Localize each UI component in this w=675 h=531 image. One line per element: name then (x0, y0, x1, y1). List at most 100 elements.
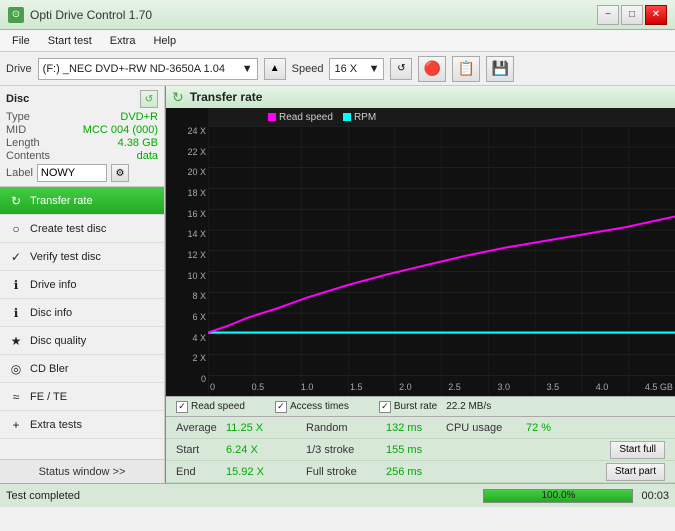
stat-cpu-value: 72 % (526, 422, 566, 434)
nav-transfer-rate[interactable]: ↻ Transfer rate (0, 187, 164, 215)
disc-mid-label: MID (6, 124, 26, 136)
disc-label-value: NOWY (41, 167, 75, 179)
x-label-15: 1.5 (350, 382, 363, 396)
disc-mid-row: MID MCC 004 (000) (6, 124, 158, 136)
window-title: Opti Drive Control 1.70 (30, 8, 152, 22)
nav-verify-test-disc[interactable]: ✓ Verify test disc (0, 243, 164, 271)
speed-select[interactable]: 16 X ▼ (329, 58, 384, 80)
legend-read-speed-dot (268, 113, 276, 121)
save-button[interactable]: 💾 (486, 56, 514, 82)
nav-create-test-disc-label: Create test disc (30, 223, 106, 235)
status-progress: 100.0% (483, 489, 633, 503)
drive-info-icon: ℹ (8, 277, 24, 293)
x-label-0: 0 (210, 382, 215, 396)
nav-extra-tests[interactable]: + Extra tests (0, 411, 164, 439)
status-window-button[interactable]: Status window >> (0, 459, 164, 483)
x-label-2: 2.0 (399, 382, 412, 396)
menu-file[interactable]: File (4, 31, 38, 51)
chart-and-controls: ↻ Transfer rate 24 X 22 X 20 X 18 X 16 X… (165, 86, 675, 483)
x-label-45: 4.5 GB (645, 382, 673, 396)
y-label-10: 10 X (168, 271, 206, 281)
legend-rpm-dot (343, 113, 351, 121)
y-label-6: 6 X (168, 312, 206, 322)
start-full-button[interactable]: Start full (610, 441, 665, 459)
x-label-35: 3.5 (547, 382, 560, 396)
create-test-disc-icon: ○ (8, 221, 24, 237)
nav-drive-info[interactable]: ℹ Drive info (0, 271, 164, 299)
speed-refresh-button[interactable]: ↺ (390, 58, 412, 80)
legend-rpm-label: RPM (354, 112, 376, 123)
disc-label-field[interactable]: NOWY (37, 164, 107, 182)
stat-random-value: 132 ms (386, 422, 446, 434)
x-label-1: 1.0 (301, 382, 314, 396)
chart-svg-container: 0 0.5 1.0 1.5 2.0 2.5 3.0 3.5 4.0 4.5 GB (208, 126, 675, 396)
stats-row-start: Start 6.24 X 1/3 stroke 155 ms Start ful… (166, 439, 675, 461)
chart-title: Transfer rate (190, 90, 263, 104)
nav-disc-quality-label: Disc quality (30, 335, 86, 347)
y-label-22: 22 X (168, 147, 206, 157)
nav-cd-bler-label: CD Bler (30, 363, 69, 375)
x-label-3: 3.0 (497, 382, 510, 396)
nav-cd-bler[interactable]: ◎ CD Bler (0, 355, 164, 383)
legend-read-speed-label: Read speed (279, 112, 333, 123)
drive-select-value: (F:) _NEC DVD+-RW ND-3650A 1.04 (43, 63, 225, 75)
stats-row-end: End 15.92 X Full stroke 256 ms Start par… (166, 461, 675, 483)
drive-eject-button[interactable]: ▲ (264, 58, 286, 80)
drive-select[interactable]: (F:) _NEC DVD+-RW ND-3650A 1.04 ▼ (38, 58, 258, 80)
nav-verify-test-disc-label: Verify test disc (30, 251, 101, 263)
stat-start-label: Start (176, 444, 226, 456)
chart-legend: Read speed RPM (208, 108, 675, 126)
speed-select-value: 16 X (334, 63, 357, 75)
nav-disc-quality[interactable]: ★ Disc quality (0, 327, 164, 355)
disc-refresh-button[interactable]: ↺ (140, 90, 158, 108)
chart-area: 24 X 22 X 20 X 18 X 16 X 14 X 12 X 10 X … (166, 108, 675, 396)
y-label-20: 20 X (168, 167, 206, 177)
verify-test-disc-icon: ✓ (8, 249, 24, 265)
check-read-speed[interactable]: ✓ Read speed (176, 401, 245, 413)
menu-extra[interactable]: Extra (102, 31, 144, 51)
y-label-24: 24 X (168, 126, 206, 136)
extra-tests-icon: + (8, 417, 24, 433)
y-axis: 24 X 22 X 20 X 18 X 16 X 14 X 12 X 10 X … (166, 108, 208, 396)
x-label-25: 2.5 (448, 382, 461, 396)
nav-fe-te[interactable]: ≈ FE / TE (0, 383, 164, 411)
speed-label: Speed (292, 63, 324, 75)
close-button[interactable]: ✕ (645, 5, 667, 25)
check-burst-rate[interactable]: ✓ Burst rate 22.2 MB/s (379, 401, 491, 413)
legend-rpm: RPM (343, 112, 376, 123)
check-read-speed-label: Read speed (191, 401, 245, 412)
app-icon: ⊙ (8, 7, 24, 23)
y-label-16: 16 X (168, 209, 206, 219)
stat-end-label: End (176, 466, 226, 478)
stat-cpu-label: CPU usage (446, 422, 526, 434)
check-burst-rate-box[interactable]: ✓ (379, 401, 391, 413)
y-label-14: 14 X (168, 229, 206, 239)
drive-label: Drive (6, 63, 32, 75)
check-access-times-box[interactable]: ✓ (275, 401, 287, 413)
minimize-button[interactable]: − (597, 5, 619, 25)
nav-disc-info[interactable]: ℹ Disc info (0, 299, 164, 327)
check-read-speed-box[interactable]: ✓ (176, 401, 188, 413)
disc-label-edit-button[interactable]: ⚙ (111, 164, 129, 182)
disc-length-value: 4.38 GB (118, 137, 158, 149)
disc-quality-icon: ★ (8, 333, 24, 349)
chart-svg-area: Read speed RPM (208, 108, 675, 396)
check-burst-rate-label: Burst rate (394, 401, 437, 412)
erase-button[interactable]: 🔴 (418, 56, 446, 82)
nav-disc-info-label: Disc info (30, 307, 72, 319)
nav-create-test-disc[interactable]: ○ Create test disc (0, 215, 164, 243)
info-button[interactable]: 📋 (452, 56, 480, 82)
burst-rate-value: 22.2 MB/s (446, 401, 491, 412)
start-part-button[interactable]: Start part (606, 463, 665, 481)
title-bar: ⊙ Opti Drive Control 1.70 − □ ✕ (0, 0, 675, 30)
disc-info-icon: ℹ (8, 305, 24, 321)
stat-end-value: 15.92 X (226, 466, 306, 478)
nav-extra-tests-label: Extra tests (30, 419, 82, 431)
menu-start-test[interactable]: Start test (40, 31, 100, 51)
check-access-times[interactable]: ✓ Access times (275, 401, 349, 413)
fe-te-icon: ≈ (8, 389, 24, 405)
maximize-button[interactable]: □ (621, 5, 643, 25)
status-time: 00:03 (641, 490, 669, 502)
x-axis: 0 0.5 1.0 1.5 2.0 2.5 3.0 3.5 4.0 4.5 GB (208, 382, 675, 396)
menu-help[interactable]: Help (145, 31, 184, 51)
